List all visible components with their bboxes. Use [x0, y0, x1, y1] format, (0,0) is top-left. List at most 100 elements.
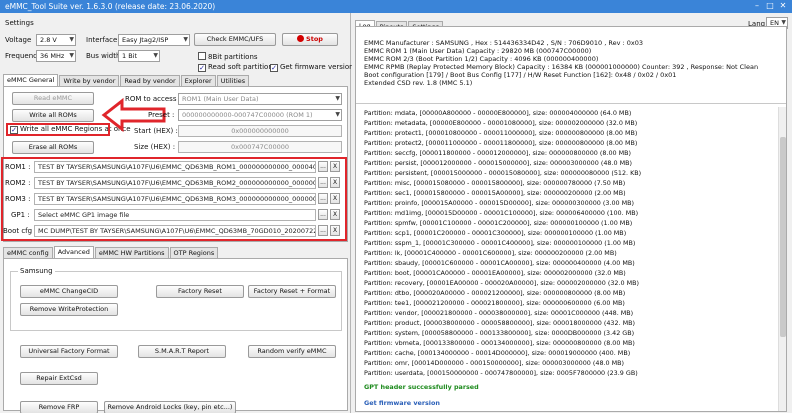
remove-wp-button[interactable]: Remove WriteProtection: [20, 303, 118, 316]
log-line: Partition: seccfg, [000011800000 - 00001…: [364, 149, 632, 157]
random-verify-button[interactable]: Random verify eMMC: [248, 345, 336, 358]
log-line: Partition: cache, [000134000000 - 00014D…: [364, 349, 631, 357]
rom-access-select[interactable]: ROM1 (Main User Data) ▼: [178, 93, 342, 105]
read-emmc-button[interactable]: Read eMMC: [12, 92, 94, 105]
start-label: Start (HEX) :: [134, 127, 178, 135]
repair-extcsd-button[interactable]: Repair ExtCsd: [20, 372, 98, 385]
size-input[interactable]: 0x000747C00000: [178, 141, 342, 153]
window-title: eMMC_Tool Suite ver. 1.6.3.0 (release da…: [5, 2, 216, 11]
close-icon[interactable]: ✕: [778, 1, 788, 11]
checkbox-box: ✓: [198, 64, 206, 72]
log-line: Partition: sec1, [000015800000 - 000015A…: [364, 189, 626, 197]
chevron-down-icon: ▼: [69, 52, 74, 59]
stop-label: Stop: [306, 35, 323, 43]
get-fw-status: Get firmware version: [364, 399, 440, 407]
log-line: Partition: protect1, [000010800000 - 000…: [364, 129, 638, 137]
samsung-group: [10, 271, 342, 331]
stop-button[interactable]: Stop: [282, 33, 338, 46]
chevron-down-icon: ▼: [69, 36, 74, 43]
check-emmc-button[interactable]: Check EMMC/UFS: [194, 33, 276, 46]
log-panel: EMMC Manufacturer : SAMSUNG , Hex : 5144…: [355, 26, 787, 412]
tab-emmc-config[interactable]: eMMC config: [3, 247, 53, 258]
preset-select[interactable]: 000000000000-000747C00000 (ROM 1) ▼: [178, 109, 342, 121]
read-soft-checkbox[interactable]: ✓ Read soft partitions: [198, 63, 276, 72]
log-header-line: EMMC ROM 1 (Main User Data) Capacity : 2…: [364, 47, 592, 55]
log-line: Partition: persist, [000012000000 - 0000…: [364, 159, 632, 167]
highlight-box: [6, 123, 110, 136]
tab-read-by-vendor[interactable]: Read by vendor: [120, 75, 180, 86]
log-line: Partition: misc, [000015080000 - 0000158…: [364, 179, 626, 187]
tab-emmc-hw-partitions[interactable]: eMMC HW Partitions: [94, 247, 169, 258]
chevron-down-icon: ▼: [153, 52, 158, 59]
factory-reset-format-button[interactable]: Factory Reset + Format: [248, 285, 336, 298]
log-line: Partition: userdata, [000150000000 - 000…: [364, 369, 638, 377]
log-line: Partition: sbaudy, [00001C600000 - 00001…: [364, 259, 635, 267]
log-line: Partition: scp1, [00001C200000 - 00001C3…: [364, 229, 627, 237]
frequency-select[interactable]: 36 MHz ▼: [36, 50, 76, 62]
log-line: Partition: dtbo, [000020A00000 - 0000212…: [364, 289, 626, 297]
checkbox-box: [198, 52, 206, 60]
settings-section-label: Settings: [5, 19, 34, 27]
log-line: Partition: spmfw, [00001C100000 - 00001C…: [364, 219, 633, 227]
main-tabs: eMMC General Write by vendor Read by ven…: [3, 74, 250, 86]
log-line: Partition: persistent, [000015000000 - 0…: [364, 169, 642, 177]
eight-bit-label: 8Bit partitions: [208, 53, 258, 61]
preset-value: 000000000000-000747C00000 (ROM 1): [182, 111, 313, 119]
get-fw-checkbox[interactable]: ✓ Get firmware version: [270, 63, 354, 72]
log-separator: [356, 103, 786, 104]
log-line: Partition: md1img, [000015D00000 - 00001…: [364, 209, 639, 217]
right-pane: Log Pinouts Settings Lang EN▼ EMMC Manuf…: [352, 13, 792, 413]
start-input[interactable]: 0x000000000000: [178, 125, 342, 137]
log-line: Partition: product, [000038000000 - 0000…: [364, 319, 636, 327]
highlight-box: [1, 157, 347, 241]
samsung-group-label: Samsung: [18, 267, 55, 275]
chevron-down-icon: ▼: [335, 95, 340, 102]
scrollbar-thumb[interactable]: [780, 137, 786, 337]
checkbox-box: ✓: [270, 64, 278, 72]
chevron-down-icon: ▼: [183, 36, 188, 43]
tab-emmc-general[interactable]: eMMC General: [3, 74, 59, 86]
interface-select[interactable]: Easy Jtag2/ISP ▼: [118, 34, 190, 46]
sub-tabs: eMMC config Advanced eMMC HW Partitions …: [3, 246, 219, 258]
remove-frp-button[interactable]: Remove FRP: [20, 401, 98, 413]
universal-format-button[interactable]: Universal Factory Format: [20, 345, 118, 358]
erase-all-roms-button[interactable]: Erase all ROMs: [12, 141, 94, 154]
tab-write-by-vendor[interactable]: Write by vendor: [59, 75, 120, 86]
interface-value: Easy Jtag2/ISP: [122, 36, 169, 44]
log-line: Partition: mdata, [00000A800000 - 00000E…: [364, 109, 632, 117]
log-line: Partition: sspm_1, [00001C300000 - 00001…: [364, 239, 636, 247]
smart-report-button[interactable]: S.M.A.R.T Report: [138, 345, 226, 358]
log-line: Partition: system, [000058800000 - 00013…: [364, 329, 635, 337]
log-scrollbar[interactable]: [778, 107, 786, 411]
maximize-icon[interactable]: □: [765, 1, 775, 11]
log-header-line: EMMC RPMB (Replay Protected Memory Block…: [364, 63, 759, 71]
gpt-parsed-status: GPT header successfully parsed: [364, 383, 479, 391]
tab-explorer[interactable]: Explorer: [180, 75, 216, 86]
tab-otp-regions[interactable]: OTP Regions: [169, 247, 219, 258]
eight-bit-checkbox[interactable]: 8Bit partitions: [198, 52, 258, 62]
write-all-roms-button[interactable]: Write all ROMs: [12, 109, 94, 122]
log-header-line: EMMC Manufacturer : SAMSUNG , Hex : 5144…: [364, 39, 644, 47]
factory-reset-button[interactable]: Factory Reset: [156, 285, 244, 298]
stop-icon: [297, 35, 305, 42]
size-label: Size (HEX) :: [134, 143, 176, 151]
title-bar: eMMC_Tool Suite ver. 1.6.3.0 (release da…: [0, 0, 792, 13]
tab-advanced[interactable]: Advanced: [53, 246, 94, 258]
left-pane: Settings Voltage 2.8 V ▼ Interface Easy J…: [0, 13, 354, 413]
minimize-icon[interactable]: –: [752, 1, 762, 11]
voltage-label: Voltage: [5, 36, 32, 44]
read-soft-label: Read soft partitions: [208, 63, 277, 71]
buswidth-select[interactable]: 1 Bit ▼: [118, 50, 160, 62]
log-line: Partition: metadata, [00000E800000 - 000…: [364, 119, 638, 127]
frequency-value: 36 MHz: [40, 52, 65, 60]
window-controls: – □ ✕: [752, 1, 788, 11]
log-header-line: EMMC ROM 2/3 (Boot Partition 1/2) Capaci…: [364, 55, 599, 63]
change-cid-button[interactable]: eMMC ChangeCID: [20, 285, 118, 298]
tab-utilities[interactable]: Utilities: [216, 75, 250, 86]
rom-access-value: ROM1 (Main User Data): [182, 95, 259, 103]
remove-locks-button[interactable]: Remove Android Locks (key, pin etc...): [104, 401, 236, 413]
preset-label: Preset :: [148, 111, 175, 119]
voltage-select[interactable]: 2.8 V ▼: [36, 34, 76, 46]
log-line: Partition: vbmeta, [000133800000 - 00013…: [364, 339, 635, 347]
log-line: Partition: recovery, [00001EA00000 - 000…: [364, 279, 639, 287]
